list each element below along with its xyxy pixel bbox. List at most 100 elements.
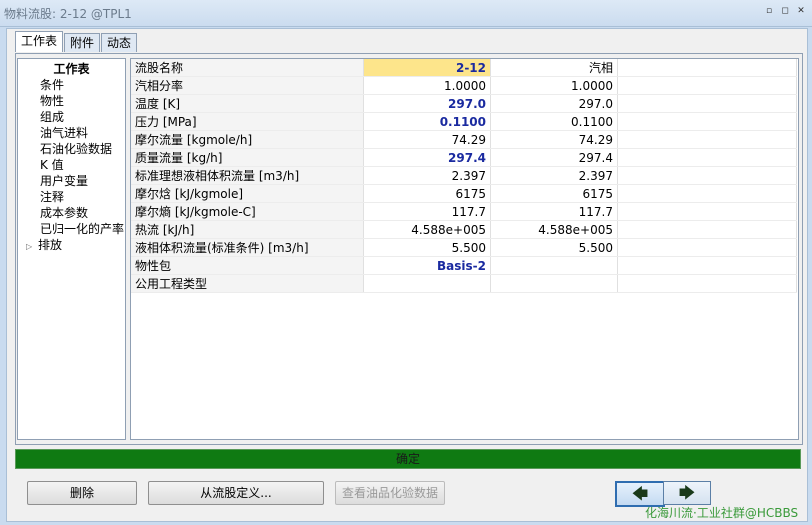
worksheet-panel: 工作表 条件 物性 组成 油气进料 石油化验数据 K 值 用户变量 注释 成本参… xyxy=(15,53,803,445)
empty-cell xyxy=(617,220,797,239)
row-label: 物性包 xyxy=(131,256,364,275)
table-row: 摩尔焓 [kJ/kgmole] 6175 6175 xyxy=(131,184,797,203)
tree-item-assay[interactable]: 石油化验数据 xyxy=(18,141,125,157)
table-row: 压力 [MPa] 0.1100 0.1100 xyxy=(131,112,797,131)
table-row: 物性包 Basis-2 xyxy=(131,256,797,275)
tree-item-oil-feed[interactable]: 油气进料 xyxy=(18,125,125,141)
empty-cell xyxy=(617,256,797,275)
vapour-phase-cell[interactable]: 5.500 xyxy=(490,238,618,257)
row-label: 标准理想液相体积流量 [m3/h] xyxy=(131,166,364,185)
tab-attachments[interactable]: 附件 xyxy=(64,33,101,52)
table-row: 热流 [kJ/h] 4.588e+005 4.588e+005 xyxy=(131,220,797,239)
tab-dynamics[interactable]: 动态 xyxy=(101,33,138,52)
dialog-body: 工作表 附件 动态 工作表 条件 物性 组成 油气进料 石油化验数据 K 值 用… xyxy=(6,28,808,522)
vapour-phase-cell[interactable] xyxy=(490,274,618,293)
row-label: 摩尔熵 [kJ/kgmole-C] xyxy=(131,202,364,221)
property-table: 流股名称 2-12 汽相 汽相分率 1.0000 1.0000 温度 [K] 297.0 297… xyxy=(131,59,797,293)
stream-value-cell[interactable]: 117.7 xyxy=(363,202,491,221)
stream-value-cell[interactable]: 297.4 xyxy=(363,148,491,167)
row-label: 摩尔流量 [kgmole/h] xyxy=(131,130,364,149)
tree-item-conditions[interactable]: 条件 xyxy=(18,77,125,93)
table-row: 质量流量 [kg/h] 297.4 297.4 xyxy=(131,148,797,167)
tree-item-emissions[interactable]: ▷ 排放 xyxy=(18,237,125,253)
tab-strip: 工作表 附件 动态 xyxy=(15,31,138,52)
window-title: 物料流股: 2-12 @TPL1 xyxy=(4,7,132,21)
vapour-phase-cell[interactable]: 297.4 xyxy=(490,148,618,167)
tree-item-notes[interactable]: 注释 xyxy=(18,189,125,205)
empty-cell xyxy=(617,166,797,185)
define-from-stream-button[interactable]: 从流股定义... xyxy=(148,481,324,505)
vapour-phase-cell[interactable]: 0.1100 xyxy=(490,112,618,131)
tree-item-properties[interactable]: 物性 xyxy=(18,93,125,109)
stream-value-cell[interactable]: 5.500 xyxy=(363,238,491,257)
next-arrow-button[interactable]: 🡆 xyxy=(663,481,711,505)
tree-item-normalized-yields[interactable]: 已归一化的产率 xyxy=(18,221,125,237)
view-assay-button[interactable]: 查看油品化验数据 xyxy=(335,481,445,505)
watermark-text: 化海川流·工业社群@HCBBS xyxy=(645,506,799,520)
stream-value-cell[interactable]: 2.397 xyxy=(363,166,491,185)
row-label: 汽相分率 xyxy=(131,76,364,95)
expand-arrow-icon[interactable]: ▷ xyxy=(26,239,38,253)
vapour-phase-cell[interactable]: 4.588e+005 xyxy=(490,220,618,239)
stream-value-cell[interactable]: 2-12 xyxy=(363,59,491,77)
vapour-phase-cell[interactable] xyxy=(490,256,618,275)
stream-value-cell[interactable]: 297.0 xyxy=(363,94,491,113)
table-row: 液相体积流量(标准条件) [m3/h] 5.500 5.500 xyxy=(131,238,797,257)
title-bar: 物料流股: 2-12 @TPL1 ▫ ◻ ✕ xyxy=(0,0,812,27)
status-bar: 确定 xyxy=(15,449,801,469)
empty-cell xyxy=(617,76,797,95)
stream-property-grid: 流股名称 2-12 汽相 汽相分率 1.0000 1.0000 温度 [K] 297.0 297… xyxy=(130,58,799,440)
table-row: 汽相分率 1.0000 1.0000 xyxy=(131,76,797,95)
tree-item-label: 排放 xyxy=(38,238,63,252)
stream-value-cell[interactable] xyxy=(363,274,491,293)
empty-cell xyxy=(617,94,797,113)
table-row: 标准理想液相体积流量 [m3/h] 2.397 2.397 xyxy=(131,166,797,185)
vapour-phase-cell[interactable]: 297.0 xyxy=(490,94,618,113)
tab-worksheet[interactable]: 工作表 xyxy=(15,31,64,52)
empty-cell xyxy=(617,274,797,293)
row-label: 流股名称 xyxy=(131,59,364,77)
window-controls: ▫ ◻ ✕ xyxy=(764,6,806,16)
vapour-phase-cell[interactable]: 1.0000 xyxy=(490,76,618,95)
table-row: 公用工程类型 xyxy=(131,274,797,293)
row-label: 公用工程类型 xyxy=(131,274,364,293)
tree-header: 工作表 xyxy=(53,62,90,76)
empty-cell xyxy=(617,238,797,257)
stream-value-cell[interactable]: 74.29 xyxy=(363,130,491,149)
stream-value-cell[interactable]: 6175 xyxy=(363,184,491,203)
stream-value-cell[interactable]: 4.588e+005 xyxy=(363,220,491,239)
tree-item-cost[interactable]: 成本参数 xyxy=(18,205,125,221)
empty-cell xyxy=(617,148,797,167)
tree-item-user-vars[interactable]: 用户变量 xyxy=(18,173,125,189)
empty-cell xyxy=(617,130,797,149)
vapour-phase-cell[interactable]: 6175 xyxy=(490,184,618,203)
vapour-phase-cell[interactable]: 2.397 xyxy=(490,166,618,185)
minimize-button[interactable]: ▫ xyxy=(764,6,774,16)
page-tree: 工作表 条件 物性 组成 油气进料 石油化验数据 K 值 用户变量 注释 成本参… xyxy=(17,58,126,440)
empty-cell xyxy=(617,59,797,77)
empty-cell xyxy=(617,112,797,131)
stream-value-cell[interactable]: 1.0000 xyxy=(363,76,491,95)
row-label: 质量流量 [kg/h] xyxy=(131,148,364,167)
table-row: 流股名称 2-12 汽相 xyxy=(131,59,797,77)
row-label: 压力 [MPa] xyxy=(131,112,364,131)
stream-value-cell[interactable]: Basis-2 xyxy=(363,256,491,275)
close-button[interactable]: ✕ xyxy=(796,6,806,16)
vapour-phase-cell[interactable]: 117.7 xyxy=(490,202,618,221)
vapour-phase-cell[interactable]: 74.29 xyxy=(490,130,618,149)
delete-button[interactable]: 删除 xyxy=(27,481,137,505)
row-label: 温度 [K] xyxy=(131,94,364,113)
tree-item-k-value[interactable]: K 值 xyxy=(18,157,125,173)
stream-value-cell[interactable]: 0.1100 xyxy=(363,112,491,131)
vapour-phase-cell[interactable]: 汽相 xyxy=(490,59,618,77)
table-row: 温度 [K] 297.0 297.0 xyxy=(131,94,797,113)
table-row: 摩尔熵 [kJ/kgmole-C] 117.7 117.7 xyxy=(131,202,797,221)
row-label: 液相体积流量(标准条件) [m3/h] xyxy=(131,238,364,257)
row-label: 热流 [kJ/h] xyxy=(131,220,364,239)
row-label: 摩尔焓 [kJ/kgmole] xyxy=(131,184,364,203)
restore-button[interactable]: ◻ xyxy=(780,6,790,16)
empty-cell xyxy=(617,184,797,203)
table-row: 摩尔流量 [kgmole/h] 74.29 74.29 xyxy=(131,130,797,149)
empty-cell xyxy=(617,202,797,221)
tree-item-composition[interactable]: 组成 xyxy=(18,109,125,125)
